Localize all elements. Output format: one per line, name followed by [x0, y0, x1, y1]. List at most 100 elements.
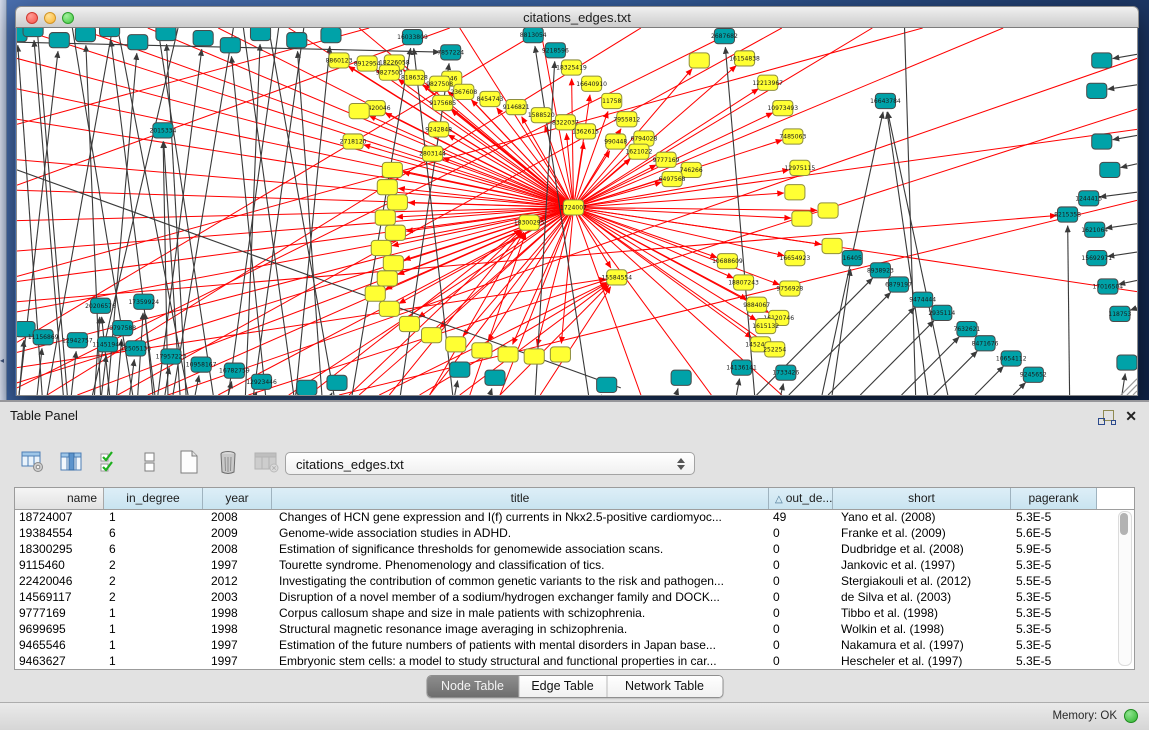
cell-short[interactable]: Dudbridge et al. (2008) [833, 541, 1011, 557]
graph-edge-citation[interactable] [500, 285, 609, 395]
graph-edge-citation[interactable] [573, 193, 783, 207]
graph-node[interactable] [371, 240, 391, 255]
graph-edge-citation[interactable] [289, 207, 574, 395]
graph-edge-citation[interactable] [573, 207, 784, 255]
cell-in_degree[interactable]: 1 [104, 605, 203, 621]
graph-node[interactable] [671, 370, 691, 385]
cell-out_degree[interactable]: 0 [769, 605, 833, 621]
graph-edge-citation[interactable] [573, 207, 751, 337]
graph-node[interactable] [382, 162, 402, 177]
graph-node[interactable] [1092, 134, 1112, 149]
graph-node[interactable]: 1621064 [1081, 222, 1108, 237]
graph-edge-reference[interactable] [975, 366, 1003, 395]
tab-network-table[interactable]: Network Table [607, 676, 722, 697]
graph-node[interactable]: 7857224 [437, 45, 464, 60]
cell-in_degree[interactable]: 2 [104, 557, 203, 573]
table-row[interactable]: 1456911722003Disruption of a novel membe… [15, 589, 1118, 605]
cell-out_degree[interactable]: 0 [769, 557, 833, 573]
cell-name[interactable]: 22420046 [15, 573, 104, 589]
graph-node[interactable] [321, 28, 341, 43]
graph-node[interactable]: 1362615 [572, 124, 599, 139]
graph-node[interactable] [75, 28, 95, 42]
delete-table-icon[interactable] [215, 450, 241, 474]
graph-node[interactable] [100, 28, 120, 37]
cell-short[interactable]: Stergiakouli et al. (2012) [833, 573, 1011, 589]
graph-node[interactable]: 118753 [1108, 306, 1131, 321]
graph-node[interactable] [49, 33, 69, 48]
graph-edge-reference[interactable] [757, 278, 873, 395]
network-view-window[interactable]: citations_edges.txt 17240071830029588601… [15, 6, 1139, 396]
graph-node[interactable] [822, 238, 842, 253]
graph-edge-citation[interactable] [399, 207, 573, 303]
graph-node[interactable] [250, 28, 270, 41]
graph-node[interactable] [689, 53, 709, 68]
graph-node[interactable]: 16154838 [729, 51, 760, 66]
graph-node[interactable] [379, 301, 399, 316]
graph-node[interactable] [524, 349, 544, 364]
panel-collapse-arrow-icon[interactable]: ◂ [0, 356, 4, 365]
cell-pagerank[interactable]: 5.3E-5 [1011, 653, 1097, 669]
table-row[interactable]: 1830029562008Estimation of significance … [15, 541, 1118, 557]
graph-node[interactable] [383, 256, 403, 271]
graph-node[interactable]: 1244415 [1075, 191, 1102, 206]
memory-status-indicator[interactable] [1124, 709, 1138, 723]
graph-node[interactable]: 7955812 [613, 112, 640, 127]
graph-node[interactable] [472, 343, 492, 358]
cell-out_degree[interactable]: 0 [769, 525, 833, 541]
cell-short[interactable]: de Silva et al. (2003) [833, 589, 1011, 605]
cell-short[interactable]: Franke et al. (2009) [833, 525, 1011, 541]
cell-name[interactable]: 9115460 [15, 557, 104, 573]
graph-edge-citation[interactable] [573, 207, 640, 395]
cell-in_degree[interactable]: 2 [104, 573, 203, 589]
graph-node[interactable]: 9827508 [426, 76, 453, 91]
graph-edge-citation[interactable] [573, 129, 1137, 207]
graph-node[interactable]: 16405 [842, 251, 862, 266]
graph-node[interactable] [156, 28, 176, 41]
cell-short[interactable]: Wolkin et al. (1998) [833, 621, 1011, 637]
graph-node[interactable]: 9474444 [909, 292, 936, 307]
column-header-short[interactable]: short [833, 488, 1011, 509]
graph-node[interactable]: 16033809 [397, 30, 428, 45]
cell-short[interactable]: Jankovic et al. (1997) [833, 557, 1011, 573]
cell-title[interactable]: Genome-wide association studies in ADHD. [272, 525, 769, 541]
graph-node[interactable] [297, 380, 317, 395]
graph-node[interactable] [550, 347, 570, 362]
cell-out_degree[interactable]: 49 [769, 509, 833, 525]
graph-node[interactable]: 2803144 [419, 146, 446, 161]
graph-edge-reference[interactable] [1108, 85, 1137, 89]
cell-pagerank[interactable]: 5.3E-5 [1011, 605, 1097, 621]
graph-node[interactable]: 2718120 [340, 134, 367, 149]
table-row[interactable]: 946362711997Embryonic stem cells: a mode… [15, 653, 1118, 669]
cell-title[interactable]: Estimation of significance thresholds fo… [272, 541, 769, 557]
cell-in_degree[interactable]: 1 [104, 653, 203, 669]
cell-title[interactable]: Disruption of a novel member of a sodium… [272, 589, 769, 605]
graph-edge-reference[interactable] [887, 112, 928, 395]
select-all-icon[interactable] [98, 450, 124, 474]
cell-title[interactable]: Changes of HCN gene expression and I(f) … [272, 509, 769, 525]
graph-node[interactable]: 9884067 [743, 297, 770, 312]
cell-in_degree[interactable]: 1 [104, 621, 203, 637]
graph-node[interactable]: 9777169 [653, 152, 680, 167]
cell-title[interactable]: Embryonic stem cells: a model to study s… [272, 653, 769, 669]
graph-node[interactable]: 8186328 [401, 70, 428, 85]
table-settings-icon[interactable] [20, 450, 46, 474]
graph-edge-reference[interactable] [455, 381, 458, 395]
cell-pagerank[interactable]: 5.5E-5 [1011, 573, 1097, 589]
cell-name[interactable]: 9465546 [15, 637, 104, 653]
graph-node[interactable]: 7632621 [954, 321, 981, 336]
graph-edge-reference[interactable] [243, 28, 293, 395]
graph-node[interactable]: 2015334 [149, 123, 176, 138]
graph-edge-reference[interactable] [676, 388, 678, 395]
cell-name[interactable]: 9699695 [15, 621, 104, 637]
cell-title[interactable]: Corpus callosum shape and size in male p… [272, 605, 769, 621]
graph-edge-reference[interactable] [71, 351, 76, 395]
cell-out_degree[interactable]: 0 [769, 637, 833, 653]
graph-node[interactable]: 12213967 [752, 75, 783, 90]
graph-edge-reference[interactable] [828, 308, 915, 395]
column-header-year[interactable]: year [203, 488, 272, 509]
show-columns-icon[interactable] [59, 450, 85, 474]
graph-node[interactable] [792, 211, 812, 226]
cell-pagerank[interactable]: 5.3E-5 [1011, 621, 1097, 637]
cell-title[interactable]: Estimation of the future numbers of pati… [272, 637, 769, 653]
graph-edge-reference[interactable] [1113, 54, 1137, 58]
